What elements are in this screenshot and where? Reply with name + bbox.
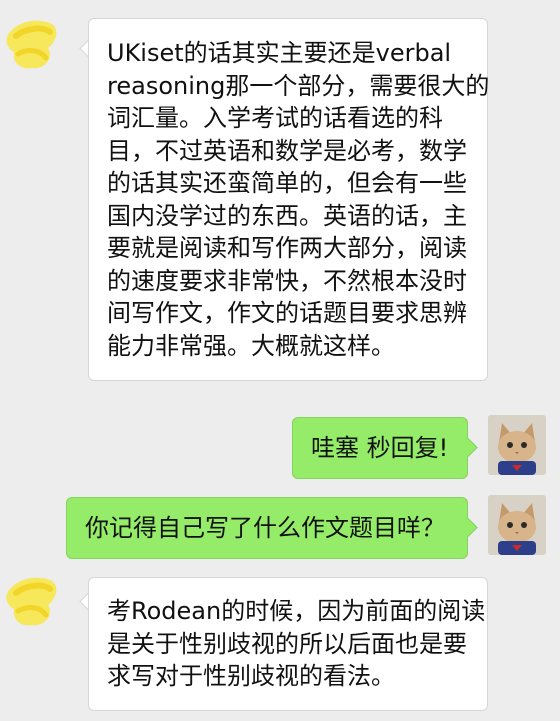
message-bubble-outgoing[interactable]: 哇塞 秒回复!: [292, 417, 468, 479]
message-line: 的话其实还蛮简单的，但会有一些: [107, 169, 467, 197]
message-row-outgoing: 哇塞 秒回复!: [0, 405, 560, 495]
message-bubble-outgoing[interactable]: 你记得自己写了什么作文题目咩？: [66, 497, 468, 559]
message-bubble-incoming[interactable]: UKiset的话其实主要还是verbal reasoning那一个部分，需要很大…: [88, 18, 490, 381]
message-line: 的速度要求非常快，不然根本没时: [107, 266, 467, 295]
message-line: 目，不过英语和数学是必考，数学: [107, 136, 467, 165]
cat-avatar-icon[interactable]: [488, 415, 546, 475]
message-line: 要就是阅读和写作两大部分，阅读: [107, 234, 467, 262]
message-line: 求写对于性别歧视的看法。: [107, 662, 395, 690]
message-line: 是关于性别歧视的所以后面也是要: [107, 629, 467, 658]
yellow-blot-avatar-icon[interactable]: [2, 14, 62, 74]
message-line: reasoning那一个部分，需要很大的: [107, 71, 490, 100]
message-line: UKiset的话其实主要还是verbal: [107, 39, 452, 67]
message-line: 词汇量。入学考试的话看选的科: [107, 104, 443, 132]
message-line: 哇塞 秒回复!: [311, 434, 449, 462]
message-line: 能力非常强。大概就这样。: [107, 331, 395, 360]
message-row-outgoing: 你记得自己写了什么作文题目咩？: [0, 485, 560, 570]
message-row-incoming: 考Rodean的时候，因为前面的阅读 是关于性别歧视的所以后面也是要 求写对于性…: [0, 565, 560, 721]
cat-avatar-icon[interactable]: [488, 495, 546, 555]
message-line: 你记得自己写了什么作文题目咩？: [85, 514, 445, 542]
message-row-incoming: UKiset的话其实主要还是verbal reasoning那一个部分，需要很大…: [0, 0, 560, 400]
message-line: 国内没学过的东西。英语的话，主: [107, 201, 467, 230]
message-bubble-incoming[interactable]: 考Rodean的时候，因为前面的阅读 是关于性别歧视的所以后面也是要 求写对于性…: [88, 577, 488, 711]
yellow-blot-avatar-icon[interactable]: [2, 571, 62, 631]
message-line: 间写作文，作文的话题目要求思辨: [107, 299, 467, 327]
message-line: 考Rodean的时候，因为前面的阅读: [107, 597, 486, 625]
